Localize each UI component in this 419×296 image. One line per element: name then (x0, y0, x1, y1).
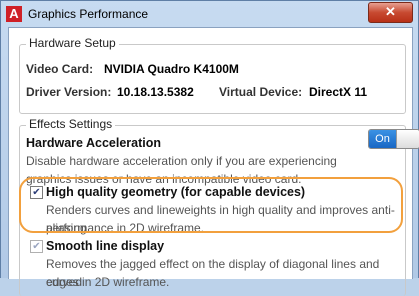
autocad-logo-icon: A (6, 6, 22, 22)
driver-version-label: Driver Version: (26, 85, 112, 99)
driver-version-value: 10.18.13.5382 (117, 85, 194, 99)
toggle-on-label: On (369, 130, 396, 148)
smooth-line-display-label[interactable]: Smooth line display (46, 239, 164, 253)
virtual-device-label: Virtual Device: (219, 85, 303, 99)
hardware-setup-group: Hardware Setup (19, 36, 406, 114)
hardware-acceleration-toggle[interactable]: On (368, 129, 419, 149)
window-title: Graphics Performance (28, 7, 149, 21)
hardware-acceleration-heading: Hardware Acceleration (26, 136, 162, 150)
virtual-device-value: DirectX 11 (309, 85, 368, 99)
hardware-acceleration-description-line1: Disable hardware acceleration only if yo… (26, 154, 337, 168)
smooth-line-display-description-line2: edges in 2D wireframe. (46, 275, 170, 289)
highlight-callout (19, 177, 403, 233)
title-bar[interactable]: A Graphics Performance ✕ (1, 1, 418, 27)
dialog-content: Hardware Setup Video Card: NVIDIA Quadro… (8, 27, 413, 296)
hardware-setup-title: Hardware Setup (26, 36, 119, 50)
effects-settings-title: Effects Settings (26, 117, 116, 131)
graphics-performance-window: A Graphics Performance ✕ Hardware Setup … (0, 0, 419, 296)
toggle-knob (396, 130, 419, 148)
video-card-label: Video Card: (26, 62, 94, 76)
video-card-value: NVIDIA Quadro K4100M (104, 62, 239, 76)
close-button[interactable]: ✕ (368, 2, 413, 23)
smooth-line-display-checkbox[interactable]: ✔ (30, 240, 43, 253)
